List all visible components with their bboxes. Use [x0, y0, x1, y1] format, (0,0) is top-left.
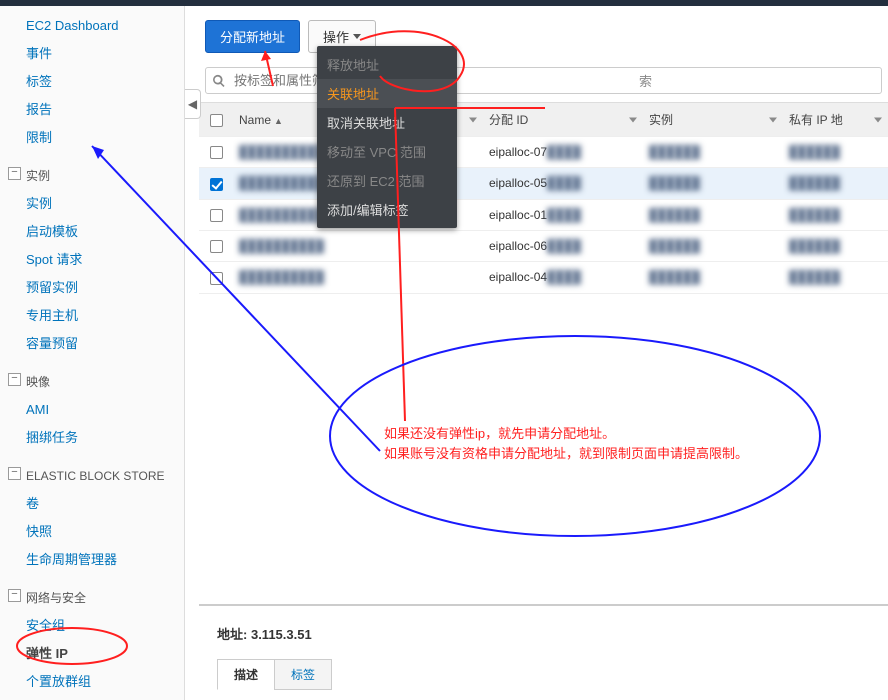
actions-dropdown: 释放地址 关联地址 取消关联地址 移动至 VPC 范围 还原到 EC2 范围 添…	[317, 46, 457, 228]
col-check[interactable]	[199, 103, 233, 137]
col-alloc[interactable]: 分配 ID	[483, 103, 643, 137]
eip-table: Name▲ 分配 ID 实例 私有 IP 地 ██████████ 3 eipa…	[199, 102, 888, 294]
row-checkbox[interactable]	[210, 178, 223, 191]
row-checkbox[interactable]	[210, 146, 223, 159]
cell-ip: ██████	[783, 199, 888, 230]
actions-button-label: 操作	[323, 27, 349, 46]
allocate-address-button[interactable]: 分配新地址	[205, 20, 300, 53]
cell-name: ██████████	[239, 145, 324, 159]
sidebar: EC2 Dashboard 事件 标签 报告 限制 实例 实例 启动模板 Spo…	[0, 6, 185, 700]
cell-instance: ██████	[643, 137, 783, 168]
checkbox-all[interactable]	[210, 114, 223, 127]
cell-alloc: eipalloc-04	[489, 270, 547, 284]
table-row[interactable]: ██████████ eipalloc-04████ ██████ ██████	[199, 262, 888, 293]
nav-sg[interactable]: 安全组	[0, 612, 184, 640]
cell-name: ██████████	[239, 208, 324, 222]
caret-down-icon	[353, 34, 361, 39]
col-private-ip[interactable]: 私有 IP 地	[783, 103, 888, 137]
search-icon	[212, 74, 226, 88]
cell-alloc: eipalloc-05	[489, 176, 547, 190]
nav-dedicated[interactable]: 专用主机	[0, 302, 184, 330]
row-checkbox[interactable]	[210, 240, 223, 253]
nav-reports[interactable]: 报告	[0, 96, 184, 124]
table-body: ██████████ 3 eipalloc-07████ ██████ ████…	[199, 137, 888, 294]
annotation-text: 如果还没有弹性ip，就先申请分配地址。 如果账号没有资格申请分配地址，就到限制页…	[384, 424, 748, 464]
detail-pane: 地址: 3.115.3.51 描述 标签	[199, 606, 888, 700]
nav-lifecycle[interactable]: 生命周期管理器	[0, 546, 184, 574]
nav-ami[interactable]: AMI	[0, 396, 184, 424]
nav-limits[interactable]: 限制	[0, 124, 184, 152]
table-row[interactable]: ██████████ eipalloc-05████ ██████ ██████	[199, 168, 888, 199]
cell-instance: ██████	[643, 199, 783, 230]
nav-keys[interactable]: 密钥对	[0, 696, 184, 700]
cell-name: ██████████	[239, 239, 324, 253]
menu-disassociate[interactable]: 取消关联地址	[317, 108, 457, 137]
search-hint-tail: 索	[639, 71, 652, 90]
search-bar[interactable]: 索	[205, 67, 882, 94]
cell-ip: ██████	[783, 262, 888, 293]
toolbar: 分配新地址 操作 释放地址 关联地址 取消关联地址 移动至 VPC 范围 还原到…	[199, 6, 888, 67]
annotation-line2: 如果账号没有资格申请分配地址，就到限制页面申请提高限制。	[384, 444, 748, 464]
nav-group-instances: 实例	[0, 152, 184, 190]
cell-ip: ██████	[783, 137, 888, 168]
nav-launch-templates[interactable]: 启动模板	[0, 218, 184, 246]
nav-bundle[interactable]: 捆绑任务	[0, 424, 184, 452]
nav-group-ebs: ELASTIC BLOCK STORE	[0, 452, 184, 490]
nav-eip[interactable]: 弹性 IP	[0, 640, 184, 668]
menu-associate[interactable]: 关联地址	[317, 79, 457, 108]
cell-alloc: eipalloc-06	[489, 239, 547, 253]
col-instance[interactable]: 实例	[643, 103, 783, 137]
nav-volumes[interactable]: 卷	[0, 490, 184, 518]
nav-instances[interactable]: 实例	[0, 190, 184, 218]
row-checkbox[interactable]	[210, 272, 223, 285]
cell-instance: ██████	[643, 168, 783, 199]
chevron-left-icon: ◀	[188, 97, 197, 111]
sidebar-collapse-button[interactable]: ◀	[185, 89, 201, 119]
nav-snapshots[interactable]: 快照	[0, 518, 184, 546]
cell-name: ██████████	[239, 270, 324, 284]
nav-tags[interactable]: 标签	[0, 68, 184, 96]
nav-capacity[interactable]: 容量预留	[0, 330, 184, 358]
nav-reserved[interactable]: 预留实例	[0, 274, 184, 302]
cell-instance: ██████	[643, 230, 783, 261]
table-row[interactable]: ██████████ 3 eipalloc-07████ ██████ ████…	[199, 137, 888, 168]
main-content: 分配新地址 操作 释放地址 关联地址 取消关联地址 移动至 VPC 范围 还原到…	[185, 6, 888, 700]
tab-description[interactable]: 描述	[217, 659, 275, 690]
menu-tags[interactable]: 添加/编辑标签	[317, 195, 457, 224]
nav-spot[interactable]: Spot 请求	[0, 246, 184, 274]
nav-placement[interactable]: 个置放群组	[0, 668, 184, 696]
cell-ip: ██████	[783, 230, 888, 261]
menu-release: 释放地址	[317, 50, 457, 79]
table-row[interactable]: ██████████ eipalloc-06████ ██████ ██████	[199, 230, 888, 261]
cell-name: ██████████	[239, 176, 324, 190]
detail-tabs: 描述 标签	[217, 659, 870, 690]
nav-group-images: 映像	[0, 358, 184, 396]
nav-events[interactable]: 事件	[0, 40, 184, 68]
nav-dashboard[interactable]: EC2 Dashboard	[0, 12, 184, 40]
table-row[interactable]: ██████████ eipalloc-01████ ██████ ██████	[199, 199, 888, 230]
cell-instance: ██████	[643, 262, 783, 293]
nav-group-network: 网络与安全	[0, 574, 184, 612]
menu-move: 移动至 VPC 范围	[317, 137, 457, 166]
cell-alloc: eipalloc-07	[489, 145, 547, 159]
row-checkbox[interactable]	[210, 209, 223, 222]
menu-restore: 还原到 EC2 范围	[317, 166, 457, 195]
detail-label: 地址:	[217, 627, 247, 642]
detail-value: 3.115.3.51	[251, 627, 312, 642]
cell-ip: ██████	[783, 168, 888, 199]
tab-tags[interactable]: 标签	[274, 659, 332, 690]
cell-alloc: eipalloc-01	[489, 208, 547, 222]
annotation-line1: 如果还没有弹性ip，就先申请分配地址。	[384, 424, 748, 444]
